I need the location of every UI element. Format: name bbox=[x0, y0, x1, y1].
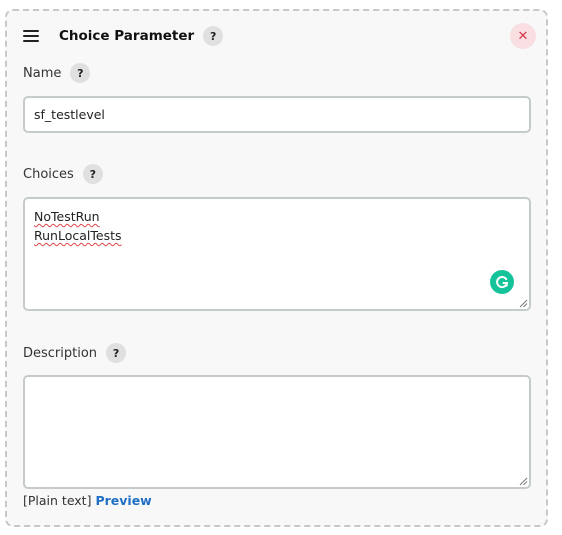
plain-text-label: [Plain text] bbox=[23, 493, 92, 508]
description-label-row: Description ? bbox=[23, 343, 127, 363]
close-button[interactable]: ✕ bbox=[510, 23, 536, 49]
drag-handle-icon[interactable] bbox=[23, 30, 39, 42]
help-icon[interactable]: ? bbox=[203, 26, 224, 46]
preview-link[interactable]: Preview bbox=[95, 493, 151, 508]
choice-line: RunLocalTests bbox=[34, 228, 122, 243]
choices-help-icon[interactable]: ? bbox=[82, 164, 103, 184]
name-label: Name bbox=[23, 65, 62, 81]
name-input[interactable]: sf_testlevel bbox=[23, 96, 531, 133]
choice-parameter-panel: Choice Parameter ? ✕ Name ? sf_testlevel… bbox=[5, 9, 548, 527]
choice-line: NoTestRun bbox=[34, 209, 100, 224]
name-help-icon[interactable]: ? bbox=[70, 63, 91, 83]
description-textarea[interactable] bbox=[23, 375, 531, 489]
grammarly-icon[interactable] bbox=[490, 270, 514, 294]
panel-header: Choice Parameter ? bbox=[23, 25, 224, 47]
name-input-value: sf_testlevel bbox=[34, 107, 105, 122]
format-line: [Plain text] Preview bbox=[23, 493, 152, 508]
panel-title: Choice Parameter bbox=[59, 28, 195, 44]
resize-grip-icon[interactable] bbox=[518, 298, 528, 308]
name-label-row: Name ? bbox=[23, 63, 91, 83]
choices-textarea[interactable]: NoTestRun RunLocalTests bbox=[23, 197, 531, 311]
choices-label-row: Choices ? bbox=[23, 164, 103, 184]
choices-label: Choices bbox=[23, 166, 74, 182]
description-help-icon[interactable]: ? bbox=[106, 343, 127, 363]
resize-grip-icon[interactable] bbox=[518, 476, 528, 486]
description-label: Description bbox=[23, 345, 98, 361]
